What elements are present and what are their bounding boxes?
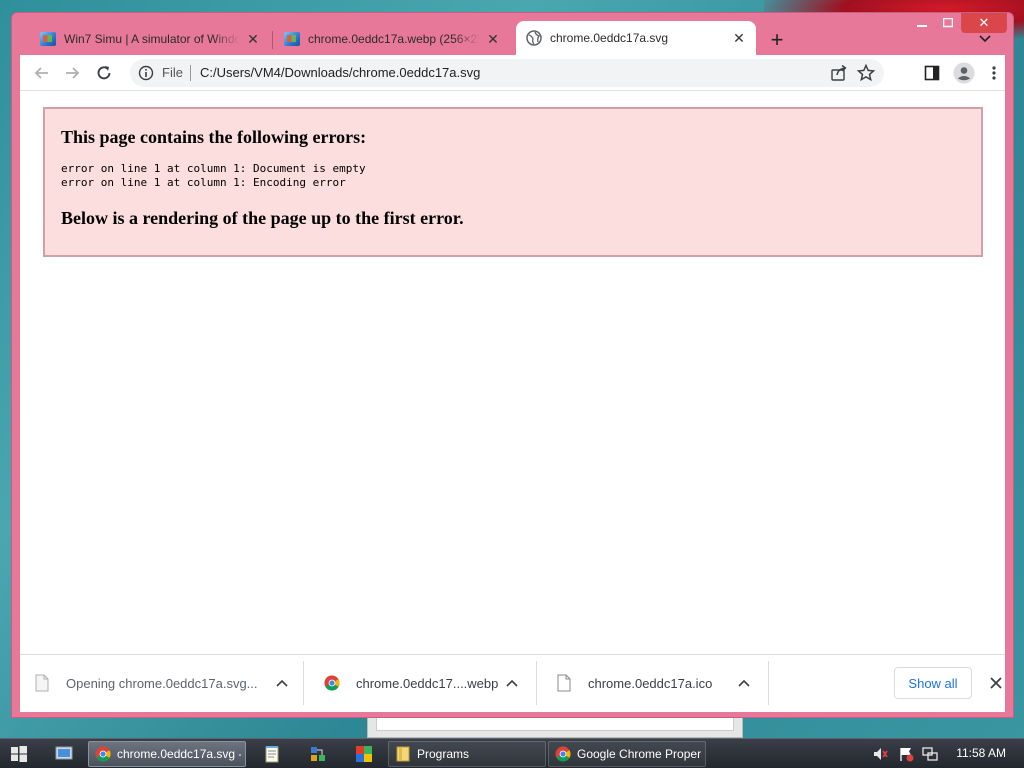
task-label: Google Chrome Properties <box>577 747 701 761</box>
tab-close-icon[interactable]: ✕ <box>732 30 746 47</box>
close-shelf-button[interactable] <box>986 673 1006 693</box>
url-text[interactable]: C:/Users/VM4/Downloads/chrome.0eddc17a.s… <box>200 65 480 80</box>
chrome-logo-icon <box>555 746 571 762</box>
tab-title: chrome.0eddc17a.webp (256×256) <box>308 32 480 46</box>
windows-favicon-icon <box>40 32 56 46</box>
chrome-logo-icon <box>95 746 111 762</box>
tab-close-icon[interactable]: ✕ <box>486 31 500 48</box>
back-button[interactable] <box>30 61 54 85</box>
arrow-left-icon <box>34 67 48 79</box>
tab-close-icon[interactable]: ✕ <box>246 31 260 48</box>
reload-button[interactable] <box>92 61 116 85</box>
tab-strip: Win7 Simu | A simulator of Windows 7 ✕ c… <box>20 21 1005 55</box>
parser-error-box: This page contains the following errors:… <box>43 107 983 257</box>
side-panel-icon <box>924 65 940 81</box>
tab-webp[interactable]: chrome.0eddc17a.webp (256×256) ✕ <box>274 23 510 55</box>
task-label: chrome.0eddc17a.svg - Google Chrome <box>117 747 241 761</box>
show-desktop-icon[interactable] <box>54 744 74 764</box>
kebab-menu-icon <box>992 66 996 80</box>
task-label: Programs <box>417 747 470 761</box>
globe-icon <box>526 30 542 46</box>
chrome-logo-icon <box>324 675 340 691</box>
error-heading: This page contains the following errors: <box>61 127 367 147</box>
page-content: This page contains the following errors:… <box>20 91 1005 654</box>
info-icon[interactable] <box>138 65 154 81</box>
windows-start-icon[interactable] <box>10 745 28 763</box>
network-app-icon[interactable] <box>308 744 328 764</box>
tab-title: Win7 Simu | A simulator of Windows 7 <box>64 32 240 46</box>
error-line: error on line 1 at column 1: Encoding er… <box>61 176 346 189</box>
media-app-icon[interactable] <box>354 744 374 764</box>
taskbar-chrome-window[interactable]: chrome.0eddc17a.svg - Google Chrome <box>88 741 246 767</box>
share-icon[interactable] <box>830 64 848 82</box>
taskbar-clock[interactable]: 11:58 AM <box>956 746 1006 760</box>
menu-button[interactable] <box>982 61 1006 85</box>
download-separator <box>768 661 769 705</box>
network-icon[interactable] <box>922 746 938 762</box>
taskbar-programs-folder[interactable]: Programs <box>388 741 546 767</box>
folder-icon <box>396 746 410 762</box>
file-icon <box>557 674 571 692</box>
avatar-icon <box>953 62 975 84</box>
windows-favicon-icon <box>284 32 300 46</box>
error-footer: Below is a rendering of the page up to t… <box>61 208 464 228</box>
forward-button[interactable] <box>60 61 84 85</box>
taskbar-chrome-properties[interactable]: Google Chrome Properties <box>548 741 706 767</box>
download-separator <box>536 661 537 705</box>
reload-icon <box>97 66 111 80</box>
scheme-label: File <box>162 65 183 80</box>
file-icon <box>35 674 49 692</box>
download-label: chrome.0eddc17a.ico <box>588 675 713 691</box>
side-panel-button[interactable] <box>920 61 944 85</box>
chevron-up-icon[interactable] <box>736 675 752 691</box>
download-label: Opening chrome.0eddc17a.svg... <box>66 675 258 691</box>
download-label: chrome.0eddc17....webp <box>356 675 499 691</box>
chevron-up-icon[interactable] <box>274 675 290 691</box>
download-item-svg[interactable]: Opening chrome.0eddc17a.svg... <box>20 663 302 703</box>
omnibox-divider <box>190 65 191 81</box>
arrow-right-icon <box>66 67 80 79</box>
chevron-down-icon <box>979 35 991 43</box>
download-item-webp[interactable]: chrome.0eddc17....webp <box>310 663 536 703</box>
browser-toolbar: File C:/Users/VM4/Downloads/chrome.0eddc… <box>20 55 1005 91</box>
profile-button[interactable] <box>952 61 976 85</box>
chrome-window: ✕ Win7 Simu | A simulator of Windows 7 ✕… <box>11 12 1014 718</box>
tab-separator <box>272 31 273 49</box>
tab-svg[interactable]: chrome.0eddc17a.svg ✕ <box>516 21 756 55</box>
download-separator <box>303 661 304 705</box>
tab-win7-simu[interactable]: Win7 Simu | A simulator of Windows 7 ✕ <box>30 23 270 55</box>
volume-muted-icon[interactable] <box>872 746 888 762</box>
tab-title: chrome.0eddc17a.svg <box>550 31 669 45</box>
chevron-up-icon[interactable] <box>504 675 520 691</box>
error-line: error on line 1 at column 1: Document is… <box>61 162 366 175</box>
star-icon[interactable] <box>856 63 876 83</box>
taskbar: chrome.0eddc17a.svg - Google Chrome Prog… <box>0 738 1024 768</box>
notepad-icon[interactable] <box>262 744 282 764</box>
download-shelf: Opening chrome.0eddc17a.svg... chrome.0e… <box>20 654 1005 712</box>
tab-search-button[interactable] <box>975 29 995 49</box>
address-bar[interactable]: File C:/Users/VM4/Downloads/chrome.0eddc… <box>130 59 884 87</box>
new-tab-button[interactable]: + <box>764 27 790 53</box>
show-all-button[interactable]: Show all <box>894 667 972 699</box>
download-item-ico[interactable]: chrome.0eddc17a.ico <box>542 663 768 703</box>
action-center-icon[interactable] <box>898 746 914 762</box>
close-icon <box>990 677 1002 689</box>
